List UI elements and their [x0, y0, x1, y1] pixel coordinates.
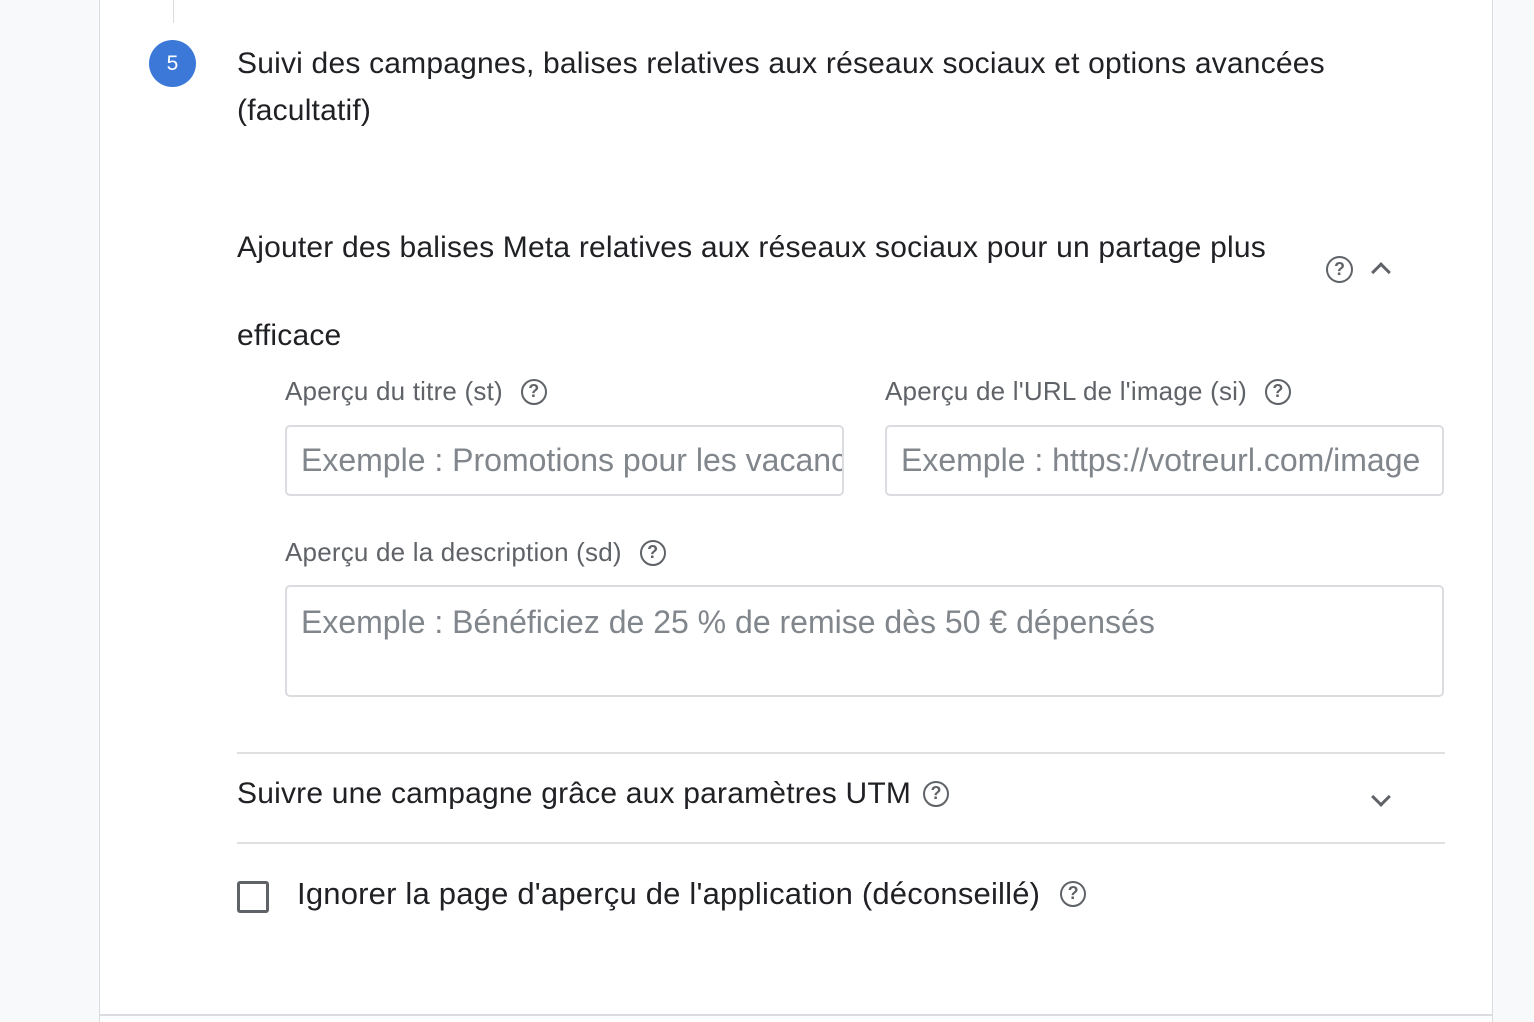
step-card: 5 Suivi des campagnes, balises relatives…: [99, 0, 1493, 1022]
title-preview-label: Aperçu du titre (st) ?: [285, 376, 547, 407]
image-url-preview-placeholder: Exemple : https://votreurl.com/image: [901, 442, 1421, 478]
section-divider: [237, 752, 1445, 754]
image-url-preview-label-text: Aperçu de l'URL de l'image (si): [885, 376, 1247, 406]
help-icon[interactable]: ?: [1264, 378, 1291, 405]
step-number-badge: 5: [149, 40, 196, 87]
chevron-up-icon[interactable]: [1371, 262, 1391, 282]
utm-section-label: Suivre une campagne grâce aux paramètres…: [237, 777, 912, 810]
utm-section-header[interactable]: Suivre une campagne grâce aux paramètres…: [237, 777, 950, 811]
title-preview-placeholder: Exemple : Promotions pour les vacances: [301, 442, 844, 478]
skip-preview-label[interactable]: Ignorer la page d'aperçu de l'applicatio…: [297, 876, 1087, 912]
skip-preview-checkbox[interactable]: [237, 881, 269, 913]
description-preview-placeholder: Exemple : Bénéficiez de 25 % de remise d…: [301, 604, 1155, 640]
title-preview-input[interactable]: Exemple : Promotions pour les vacances: [285, 425, 844, 496]
help-icon[interactable]: ?: [639, 539, 666, 566]
image-url-preview-input[interactable]: Exemple : https://votreurl.com/image: [885, 425, 1444, 496]
help-icon[interactable]: ?: [923, 781, 950, 807]
stepper-connector-line: [173, 0, 174, 23]
help-icon[interactable]: ?: [520, 378, 547, 405]
image-url-preview-label: Aperçu de l'URL de l'image (si) ?: [885, 376, 1291, 407]
help-icon[interactable]: ?: [1060, 881, 1087, 907]
social-meta-section-header[interactable]: Ajouter des balises Meta relatives aux r…: [237, 204, 1327, 380]
help-icon[interactable]: ?: [1326, 256, 1353, 283]
card-bottom-border: [100, 1014, 1492, 1016]
chevron-down-icon[interactable]: [1371, 787, 1391, 807]
description-preview-label-text: Aperçu de la description (sd): [285, 537, 622, 567]
skip-preview-label-text: Ignorer la page d'aperçu de l'applicatio…: [297, 876, 1041, 911]
step-title: Suivi des campagnes, balises relatives a…: [237, 47, 1325, 127]
description-preview-label: Aperçu de la description (sd) ?: [285, 537, 666, 568]
description-preview-textarea[interactable]: Exemple : Bénéficiez de 25 % de remise d…: [285, 585, 1444, 697]
section-divider: [237, 842, 1445, 844]
title-preview-label-text: Aperçu du titre (st): [285, 376, 503, 406]
